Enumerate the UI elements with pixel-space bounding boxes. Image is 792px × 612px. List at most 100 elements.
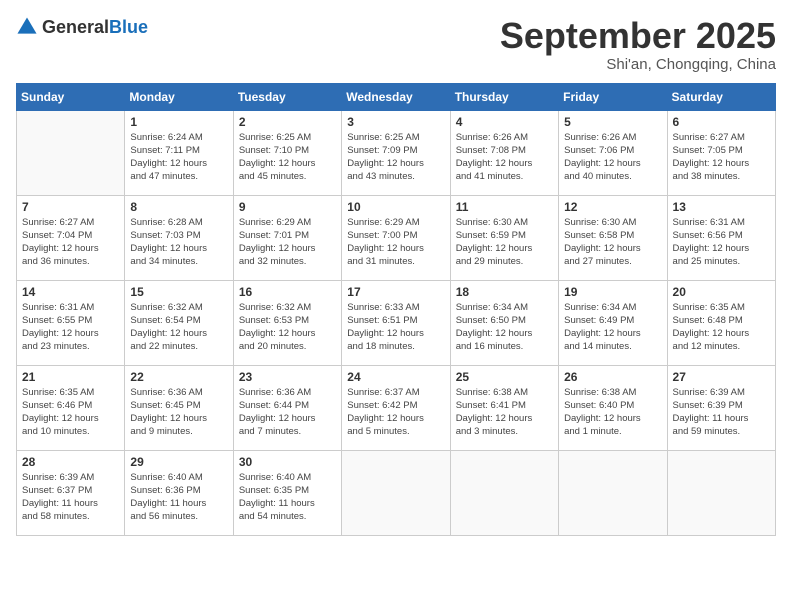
day-info: Sunrise: 6:24 AM Sunset: 7:11 PM Dayligh… xyxy=(130,131,227,184)
day-cell: 3 Sunrise: 6:25 AM Sunset: 7:09 PM Daylig… xyxy=(342,110,450,195)
day-number: 2 xyxy=(239,115,336,129)
day-number: 8 xyxy=(130,200,227,214)
day-cell: 25 Sunrise: 6:38 AM Sunset: 6:41 PM Dayli… xyxy=(450,365,558,450)
day-cell: 10 Sunrise: 6:29 AM Sunset: 7:00 PM Dayli… xyxy=(342,195,450,280)
day-number: 25 xyxy=(456,370,553,384)
day-number: 20 xyxy=(673,285,770,299)
day-number: 27 xyxy=(673,370,770,384)
day-info: Sunrise: 6:39 AM Sunset: 6:37 PM Dayligh… xyxy=(22,471,119,524)
day-number: 16 xyxy=(239,285,336,299)
header-row: SundayMondayTuesdayWednesdayThursdayFrid… xyxy=(17,83,776,110)
day-cell xyxy=(559,450,667,535)
day-number: 29 xyxy=(130,455,227,469)
logo-icon xyxy=(16,16,38,38)
day-number: 12 xyxy=(564,200,661,214)
day-cell: 30 Sunrise: 6:40 AM Sunset: 6:35 PM Dayli… xyxy=(233,450,341,535)
day-cell: 7 Sunrise: 6:27 AM Sunset: 7:04 PM Daylig… xyxy=(17,195,125,280)
day-cell: 27 Sunrise: 6:39 AM Sunset: 6:39 PM Dayli… xyxy=(667,365,775,450)
header-cell-friday: Friday xyxy=(559,83,667,110)
day-info: Sunrise: 6:27 AM Sunset: 7:04 PM Dayligh… xyxy=(22,216,119,269)
day-number: 5 xyxy=(564,115,661,129)
day-number: 14 xyxy=(22,285,119,299)
day-info: Sunrise: 6:39 AM Sunset: 6:39 PM Dayligh… xyxy=(673,386,770,439)
day-number: 23 xyxy=(239,370,336,384)
day-cell: 9Sunrise: 6:29 AM Sunset: 7:01 PM Daylig… xyxy=(233,195,341,280)
day-cell: 29 Sunrise: 6:40 AM Sunset: 6:36 PM Dayli… xyxy=(125,450,233,535)
day-info: Sunrise: 6:36 AM Sunset: 6:44 PM Dayligh… xyxy=(239,386,336,439)
day-number: 4 xyxy=(456,115,553,129)
day-number: 6 xyxy=(673,115,770,129)
day-info: Sunrise: 6:32 AM Sunset: 6:54 PM Dayligh… xyxy=(130,301,227,354)
day-number: 1 xyxy=(130,115,227,129)
title-block: September 2025 Shi'an, Chongqing, China xyxy=(500,16,776,73)
day-cell: 16 Sunrise: 6:32 AM Sunset: 6:53 PM Dayli… xyxy=(233,280,341,365)
day-info: Sunrise: 6:29 AM Sunset: 7:00 PM Dayligh… xyxy=(347,216,444,269)
day-number: 19 xyxy=(564,285,661,299)
calendar-body: 1 Sunrise: 6:24 AM Sunset: 7:11 PM Daylig… xyxy=(17,110,776,535)
day-number: 11 xyxy=(456,200,553,214)
day-cell: 28 Sunrise: 6:39 AM Sunset: 6:37 PM Dayli… xyxy=(17,450,125,535)
day-info: Sunrise: 6:28 AM Sunset: 7:03 PM Dayligh… xyxy=(130,216,227,269)
header-cell-saturday: Saturday xyxy=(667,83,775,110)
day-cell: 4 Sunrise: 6:26 AM Sunset: 7:08 PM Daylig… xyxy=(450,110,558,195)
header-cell-sunday: Sunday xyxy=(17,83,125,110)
month-title: September 2025 xyxy=(500,16,776,56)
day-info: Sunrise: 6:27 AM Sunset: 7:05 PM Dayligh… xyxy=(673,131,770,184)
day-info: Sunrise: 6:26 AM Sunset: 7:08 PM Dayligh… xyxy=(456,131,553,184)
day-cell: 20 Sunrise: 6:35 AM Sunset: 6:48 PM Dayli… xyxy=(667,280,775,365)
day-number: 28 xyxy=(22,455,119,469)
day-info: Sunrise: 6:38 AM Sunset: 6:40 PM Dayligh… xyxy=(564,386,661,439)
day-number: 15 xyxy=(130,285,227,299)
day-info: Sunrise: 6:38 AM Sunset: 6:41 PM Dayligh… xyxy=(456,386,553,439)
header-cell-wednesday: Wednesday xyxy=(342,83,450,110)
calendar-header: SundayMondayTuesdayWednesdayThursdayFrid… xyxy=(17,83,776,110)
day-cell: 18Sunrise: 6:34 AM Sunset: 6:50 PM Dayli… xyxy=(450,280,558,365)
day-number: 3 xyxy=(347,115,444,129)
day-cell: 14 Sunrise: 6:31 AM Sunset: 6:55 PM Dayli… xyxy=(17,280,125,365)
week-row-4: 28 Sunrise: 6:39 AM Sunset: 6:37 PM Dayli… xyxy=(17,450,776,535)
day-cell: 21 Sunrise: 6:35 AM Sunset: 6:46 PM Dayli… xyxy=(17,365,125,450)
day-info: Sunrise: 6:35 AM Sunset: 6:48 PM Dayligh… xyxy=(673,301,770,354)
day-info: Sunrise: 6:32 AM Sunset: 6:53 PM Dayligh… xyxy=(239,301,336,354)
day-info: Sunrise: 6:25 AM Sunset: 7:09 PM Dayligh… xyxy=(347,131,444,184)
day-cell: 13Sunrise: 6:31 AM Sunset: 6:56 PM Dayli… xyxy=(667,195,775,280)
day-info: Sunrise: 6:40 AM Sunset: 6:36 PM Dayligh… xyxy=(130,471,227,524)
day-info: Sunrise: 6:36 AM Sunset: 6:45 PM Dayligh… xyxy=(130,386,227,439)
day-cell: 2 Sunrise: 6:25 AM Sunset: 7:10 PM Daylig… xyxy=(233,110,341,195)
day-info: Sunrise: 6:30 AM Sunset: 6:58 PM Dayligh… xyxy=(564,216,661,269)
day-cell: 19 Sunrise: 6:34 AM Sunset: 6:49 PM Dayli… xyxy=(559,280,667,365)
week-row-3: 21 Sunrise: 6:35 AM Sunset: 6:46 PM Dayli… xyxy=(17,365,776,450)
logo-text: GeneralBlue xyxy=(42,17,148,38)
day-cell: 11Sunrise: 6:30 AM Sunset: 6:59 PM Dayli… xyxy=(450,195,558,280)
week-row-1: 7 Sunrise: 6:27 AM Sunset: 7:04 PM Daylig… xyxy=(17,195,776,280)
header-cell-tuesday: Tuesday xyxy=(233,83,341,110)
day-number: 30 xyxy=(239,455,336,469)
day-number: 13 xyxy=(673,200,770,214)
day-number: 7 xyxy=(22,200,119,214)
day-cell xyxy=(17,110,125,195)
day-cell: 12 Sunrise: 6:30 AM Sunset: 6:58 PM Dayli… xyxy=(559,195,667,280)
day-info: Sunrise: 6:25 AM Sunset: 7:10 PM Dayligh… xyxy=(239,131,336,184)
day-number: 21 xyxy=(22,370,119,384)
day-info: Sunrise: 6:35 AM Sunset: 6:46 PM Dayligh… xyxy=(22,386,119,439)
day-info: Sunrise: 6:40 AM Sunset: 6:35 PM Dayligh… xyxy=(239,471,336,524)
header-cell-monday: Monday xyxy=(125,83,233,110)
location-subtitle: Shi'an, Chongqing, China xyxy=(500,56,776,73)
day-cell: 8 Sunrise: 6:28 AM Sunset: 7:03 PM Daylig… xyxy=(125,195,233,280)
day-cell: 23 Sunrise: 6:36 AM Sunset: 6:44 PM Dayli… xyxy=(233,365,341,450)
header-cell-thursday: Thursday xyxy=(450,83,558,110)
day-cell: 5Sunrise: 6:26 AM Sunset: 7:06 PM Daylig… xyxy=(559,110,667,195)
day-info: Sunrise: 6:33 AM Sunset: 6:51 PM Dayligh… xyxy=(347,301,444,354)
day-cell: 1 Sunrise: 6:24 AM Sunset: 7:11 PM Daylig… xyxy=(125,110,233,195)
day-cell: 24Sunrise: 6:37 AM Sunset: 6:42 PM Dayli… xyxy=(342,365,450,450)
day-cell xyxy=(667,450,775,535)
page-header: GeneralBlue September 2025 Shi'an, Chong… xyxy=(16,16,776,73)
day-cell xyxy=(342,450,450,535)
day-number: 9 xyxy=(239,200,336,214)
day-cell: 22 Sunrise: 6:36 AM Sunset: 6:45 PM Dayli… xyxy=(125,365,233,450)
day-number: 10 xyxy=(347,200,444,214)
day-info: Sunrise: 6:34 AM Sunset: 6:49 PM Dayligh… xyxy=(564,301,661,354)
week-row-0: 1 Sunrise: 6:24 AM Sunset: 7:11 PM Daylig… xyxy=(17,110,776,195)
day-number: 22 xyxy=(130,370,227,384)
day-info: Sunrise: 6:31 AM Sunset: 6:55 PM Dayligh… xyxy=(22,301,119,354)
